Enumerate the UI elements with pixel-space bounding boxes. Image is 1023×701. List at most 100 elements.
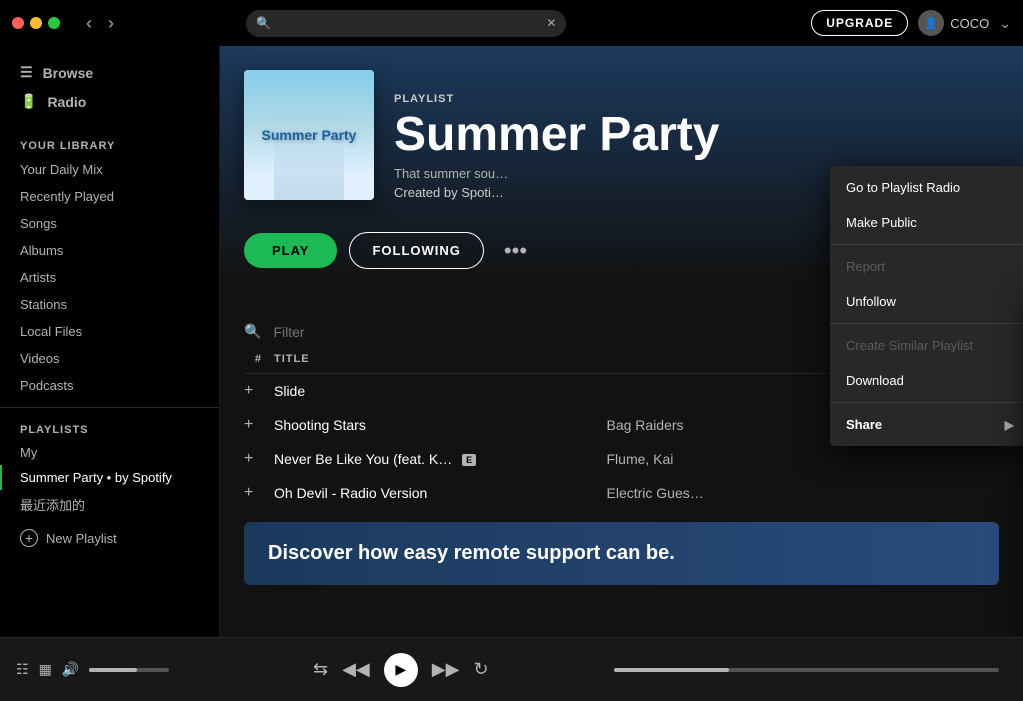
user-name: COCO xyxy=(950,16,989,31)
shuffle-button[interactable]: ⇆ xyxy=(313,659,328,680)
new-playlist-button[interactable]: + New Playlist xyxy=(0,523,219,553)
sidebar-item-artists[interactable]: Artists xyxy=(0,264,219,291)
banner-text: Discover how easy remote support can be. xyxy=(268,542,675,564)
sidebar-item-label: Your Daily Mix xyxy=(20,162,103,177)
sidebar-item-videos[interactable]: Videos xyxy=(0,345,219,372)
sidebar-item-browse[interactable]: ☰ Browse xyxy=(12,58,207,87)
track-row[interactable]: + Never Be Like You (feat. K… E Flume, K… xyxy=(244,442,999,476)
sidebar-item-recently-played[interactable]: Recently Played xyxy=(0,183,219,210)
col-num: # xyxy=(244,353,274,365)
download-banner: Discover how easy remote support can be. xyxy=(244,522,999,585)
sidebar-item-label: Browse xyxy=(43,65,94,81)
volume-fill xyxy=(89,668,137,672)
track-add-icon[interactable]: + xyxy=(244,382,264,400)
ctx-download[interactable]: Download xyxy=(830,363,1023,398)
track-row[interactable]: + Oh Devil - Radio Version Electric Gues… xyxy=(244,476,999,510)
search-clear-icon[interactable]: ✕ xyxy=(546,16,556,30)
ctx-arrow-icon: ▶ xyxy=(1005,418,1014,432)
main-layout: ☰ Browse 🔋 Radio YOUR LIBRARY Your Daily… xyxy=(0,46,1023,637)
track-title: Oh Devil - Radio Version xyxy=(274,485,607,501)
sidebar-item-radio[interactable]: 🔋 Radio xyxy=(12,87,207,116)
track-title: Shooting Stars xyxy=(274,417,607,433)
col-title: TITLE xyxy=(274,353,496,365)
playlists-title: PLAYLISTS xyxy=(0,416,219,440)
context-menu-primary: Go to Playlist Radio Make Public Report … xyxy=(830,166,1023,446)
ctx-divider xyxy=(830,323,1023,324)
sidebar-item-stations[interactable]: Stations xyxy=(0,291,219,318)
playlist-item-recent-added[interactable]: 最近添加的 xyxy=(0,490,219,519)
track-add-icon[interactable]: + xyxy=(244,450,264,468)
track-title: Never Be Like You (feat. K… E xyxy=(274,451,607,467)
following-button[interactable]: FOLLOWING xyxy=(349,232,483,269)
track-add-icon[interactable]: + xyxy=(244,484,264,502)
upgrade-button[interactable]: UPGRADE xyxy=(811,10,908,36)
sidebar-nav: ☰ Browse 🔋 Radio xyxy=(0,58,219,116)
search-input[interactable]: lovely day xyxy=(246,10,566,37)
ctx-share[interactable]: Share ▶ xyxy=(830,407,1023,442)
player-left: ☷ ▦ 🔊 xyxy=(16,661,196,678)
sidebar-item-label: Videos xyxy=(20,351,60,366)
ctx-unfollow[interactable]: Unfollow xyxy=(830,284,1023,319)
track-title: Slide xyxy=(274,383,607,399)
content-area: Summer Party PLAYLIST Summer Party That … xyxy=(220,46,1023,637)
sidebar-item-label: Albums xyxy=(20,243,63,258)
nav-arrows: ‹ › xyxy=(80,11,120,36)
minimize-button[interactable] xyxy=(30,17,42,29)
user-info[interactable]: 👤 COCO xyxy=(918,10,989,36)
ctx-make-public[interactable]: Make Public xyxy=(830,205,1023,240)
avatar: 👤 xyxy=(918,10,944,36)
playlist-type: PLAYLIST xyxy=(394,93,999,105)
chevron-down-icon[interactable]: ⌄ xyxy=(999,15,1011,32)
sidebar-divider xyxy=(0,407,219,408)
back-button[interactable]: ‹ xyxy=(80,11,98,36)
bottom-player: ☷ ▦ 🔊 ⇆ ◀◀ ▶ ▶▶ ↻ xyxy=(0,637,1023,701)
browse-icon: ☰ xyxy=(20,64,33,81)
ctx-create-similar: Create Similar Playlist xyxy=(830,328,1023,363)
ctx-go-to-radio[interactable]: Go to Playlist Radio xyxy=(830,170,1023,205)
devices-icon[interactable]: ▦ xyxy=(39,661,52,678)
sidebar-item-label: Stations xyxy=(20,297,67,312)
sidebar-item-label: Songs xyxy=(20,216,57,231)
playlist-title: Summer Party xyxy=(394,109,999,162)
sidebar-item-local-files[interactable]: Local Files xyxy=(0,318,219,345)
track-add-icon[interactable]: + xyxy=(244,416,264,434)
title-bar-right: UPGRADE 👤 COCO ⌄ xyxy=(811,10,1011,36)
volume-icon[interactable]: 🔊 xyxy=(62,661,79,678)
progress-fill xyxy=(614,668,730,672)
sidebar-item-label: Local Files xyxy=(20,324,82,339)
explicit-badge: E xyxy=(462,454,476,466)
new-playlist-label: New Playlist xyxy=(46,531,117,546)
sidebar-item-daily-mix[interactable]: Your Daily Mix xyxy=(0,156,219,183)
play-pause-button[interactable]: ▶ xyxy=(384,653,418,687)
ctx-divider xyxy=(830,402,1023,403)
next-button[interactable]: ▶▶ xyxy=(432,659,460,680)
prev-button[interactable]: ◀◀ xyxy=(342,659,370,680)
filter-input[interactable] xyxy=(273,324,454,340)
filter-icon: 🔍 xyxy=(244,323,261,340)
playlist-item-my[interactable]: My xyxy=(0,440,219,465)
player-controls: ⇆ ◀◀ ▶ ▶▶ ↻ xyxy=(208,653,594,687)
forward-button[interactable]: › xyxy=(102,11,120,36)
sidebar-item-albums[interactable]: Albums xyxy=(0,237,219,264)
ctx-report: Report xyxy=(830,249,1023,284)
playlist-item-summer-party[interactable]: Summer Party • by Spotify xyxy=(0,465,219,490)
search-icon: 🔍 xyxy=(256,16,271,30)
sidebar-item-songs[interactable]: Songs xyxy=(0,210,219,237)
playlist-cover: Summer Party xyxy=(244,70,374,200)
track-artist: Electric Gues… xyxy=(607,485,940,501)
play-button[interactable]: PLAY xyxy=(244,233,337,268)
sidebar-item-podcasts[interactable]: Podcasts xyxy=(0,372,219,399)
maximize-button[interactable] xyxy=(48,17,60,29)
close-button[interactable] xyxy=(12,17,24,29)
progress-bar[interactable] xyxy=(614,668,1000,672)
queue-icon[interactable]: ☷ xyxy=(16,661,29,678)
repeat-button[interactable]: ↻ xyxy=(473,659,488,680)
search-bar: 🔍 lovely day ✕ xyxy=(246,10,566,37)
sidebar-item-label: Recently Played xyxy=(20,189,114,204)
more-options-button[interactable]: ••• xyxy=(496,234,535,268)
volume-bar[interactable] xyxy=(89,668,169,672)
ctx-divider xyxy=(830,244,1023,245)
sidebar-item-label: Artists xyxy=(20,270,56,285)
traffic-lights xyxy=(12,17,60,29)
plus-circle-icon: + xyxy=(20,529,38,547)
